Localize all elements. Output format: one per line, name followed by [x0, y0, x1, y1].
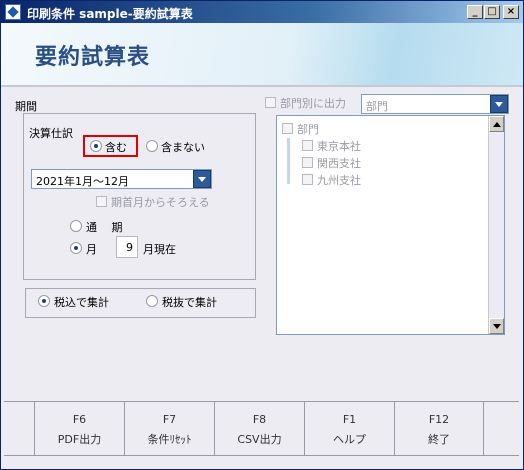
fkey-label: 終了 — [428, 433, 450, 446]
chevron-down-icon[interactable] — [490, 95, 508, 113]
period-select-value: 2021年1月～12月 — [36, 175, 129, 188]
month-input[interactable]: 9 — [116, 236, 138, 258]
fkey-code: F6 — [72, 413, 87, 426]
page-title: 要約試算表 — [35, 45, 151, 70]
department-tree[interactable]: 部門 東京本社 関西支社 九州支社 — [276, 115, 505, 335]
settlement-label: 決算仕訳 — [29, 127, 73, 140]
department-select-value: 部門 — [366, 100, 388, 113]
f6-pdf-button[interactable]: F6 PDF出力 — [34, 402, 124, 455]
print-conditions-window: 印刷条件 sample-要約試算表 _ □ × 要約試算表 期間 決算仕訳 含む… — [0, 0, 524, 470]
dept-root-checkbox[interactable] — [282, 123, 293, 134]
tax-exclude-radio[interactable] — [146, 295, 158, 307]
window-title: 印刷条件 sample-要約試算表 — [27, 7, 193, 21]
by-department-label: 部門別に出力 — [280, 97, 346, 110]
tree-connector — [287, 138, 290, 184]
dept-item-label: 関西支社 — [317, 157, 361, 170]
by-department-checkbox[interactable] — [265, 97, 276, 108]
function-key-bar: F6 PDF出力 F7 条件ﾘｾｯﾄ F8 CSV出力 F1 ヘルプ F12 終… — [4, 401, 519, 456]
settlement-include-radio[interactable] — [90, 140, 102, 152]
title-bar[interactable]: 印刷条件 sample-要約試算表 _ □ × — [1, 1, 523, 23]
annual-label[interactable]: 通 期 — [86, 219, 123, 235]
scroll-up-icon[interactable] — [489, 116, 504, 132]
dept-item-checkbox[interactable] — [302, 174, 313, 185]
period-select[interactable]: 2021年1月～12月 — [31, 169, 212, 189]
tax-include-label[interactable]: 税込で集計 — [54, 294, 109, 310]
tax-exclude-label[interactable]: 税抜で集計 — [162, 294, 217, 310]
dept-item-label: 東京本社 — [317, 140, 361, 153]
minimize-button[interactable]: _ — [467, 5, 483, 19]
align-start-month-checkbox[interactable] — [96, 196, 107, 207]
fkey-code: F7 — [162, 413, 177, 426]
fkey-label: ヘルプ — [333, 433, 366, 446]
dept-item-checkbox[interactable] — [302, 140, 313, 151]
monthly-radio[interactable] — [70, 242, 82, 254]
scroll-down-icon[interactable] — [489, 318, 504, 334]
fkey-label: 条件ﾘｾｯﾄ — [147, 433, 192, 446]
settlement-exclude-label[interactable]: 含まない — [161, 139, 205, 155]
close-button[interactable]: × — [503, 5, 519, 19]
f7-reset-button[interactable]: F7 条件ﾘｾｯﾄ — [124, 402, 214, 455]
fkey-label: CSV出力 — [237, 433, 282, 446]
fkey-code: F1 — [342, 413, 357, 426]
app-icon — [5, 4, 21, 20]
settlement-exclude-radio[interactable] — [146, 140, 158, 152]
period-label: 期間 — [15, 100, 37, 113]
fkey-label: PDF出力 — [57, 433, 102, 446]
settlement-include-label[interactable]: 含む — [105, 139, 127, 155]
f1-help-button[interactable]: F1 ヘルプ — [304, 402, 394, 455]
fkey-code: F12 — [428, 413, 450, 426]
fkey-code: F8 — [252, 413, 267, 426]
dept-item-checkbox[interactable] — [302, 157, 313, 168]
dept-root-label: 部門 — [297, 123, 319, 136]
annual-radio[interactable] — [70, 220, 82, 232]
monthly-label[interactable]: 月 — [86, 241, 97, 257]
f8-csv-button[interactable]: F8 CSV出力 — [214, 402, 304, 455]
tax-include-radio[interactable] — [38, 295, 50, 307]
dept-item-label: 九州支社 — [317, 174, 361, 187]
maximize-button[interactable]: □ — [484, 5, 500, 19]
vertical-scrollbar[interactable] — [488, 116, 504, 334]
header-banner: 要約試算表 — [1, 23, 523, 85]
chevron-down-icon[interactable] — [193, 170, 211, 188]
align-start-month-label: 期首月からそろえる — [111, 196, 210, 209]
month-suffix-label: 月現在 — [143, 243, 176, 256]
header-divider — [1, 85, 523, 87]
f12-exit-button[interactable]: F12 終了 — [394, 402, 484, 455]
department-select[interactable]: 部門 — [361, 94, 509, 114]
